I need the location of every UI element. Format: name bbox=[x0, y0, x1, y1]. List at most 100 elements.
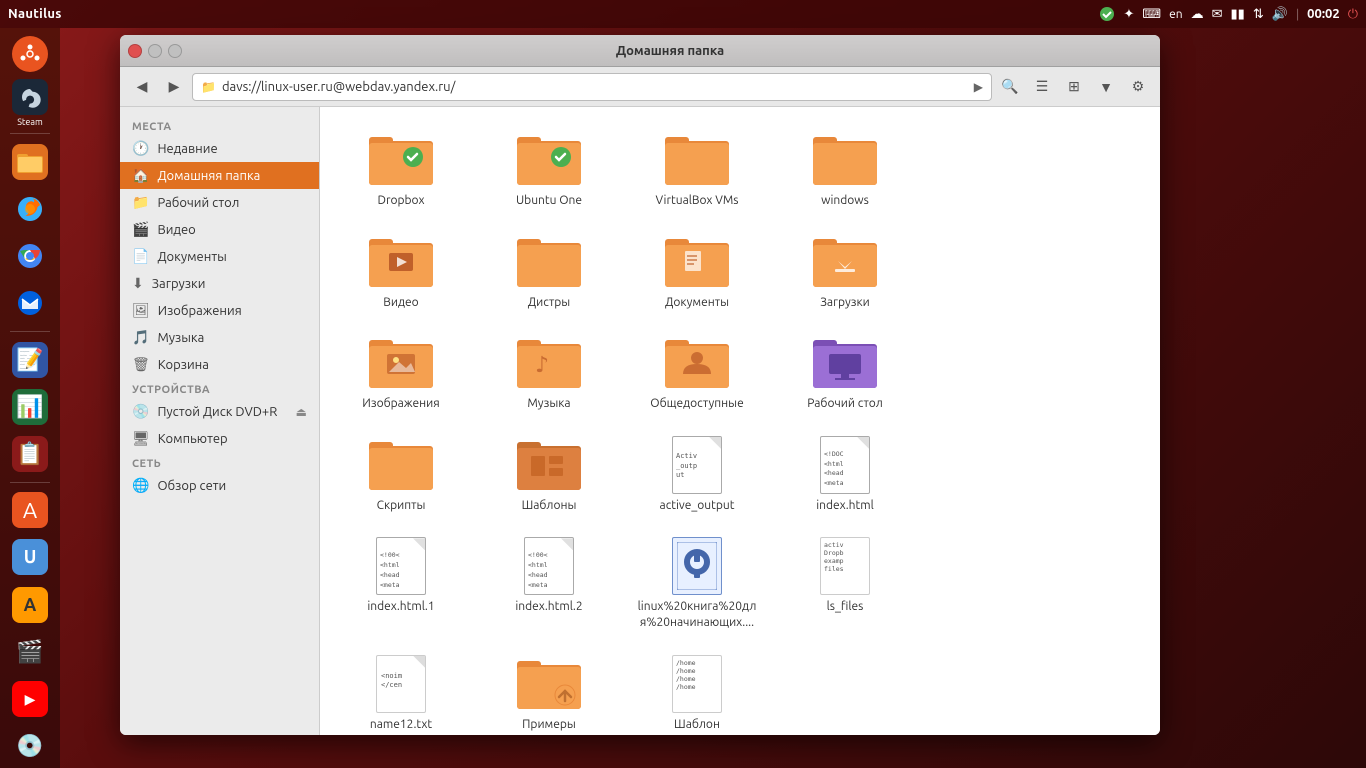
file-item-documents[interactable]: Документы bbox=[632, 225, 762, 319]
file-item-shablon[interactable]: /home/home/home/home Шаблон bbox=[632, 647, 762, 735]
launcher-item-disk[interactable]: 💿 bbox=[6, 725, 54, 768]
sidebar-item-desktop[interactable]: 📁 Рабочий стол bbox=[120, 189, 319, 216]
sidebar-recent-label: Недавние bbox=[157, 142, 217, 156]
tray-lang-label[interactable]: en bbox=[1169, 8, 1182, 21]
maximize-button[interactable] bbox=[168, 44, 182, 58]
sidebar-item-network[interactable]: 🌐 Обзор сети bbox=[120, 472, 319, 499]
address-expand-icon[interactable]: ▶ bbox=[974, 80, 983, 94]
launcher-item-calc[interactable]: 📊 bbox=[6, 385, 54, 428]
file-item-index-html[interactable]: <!DOC<html<head<meta index.html bbox=[780, 428, 910, 522]
file-label-downloads: Загрузки bbox=[820, 295, 870, 311]
file-item-images[interactable]: Изображения bbox=[336, 326, 466, 420]
launcher-item-writer[interactable]: 📝 bbox=[6, 338, 54, 381]
launcher-item-impress[interactable]: 📋 bbox=[6, 432, 54, 475]
media-icon: 🎬 bbox=[12, 634, 48, 670]
file-item-distros[interactable]: Дистры bbox=[484, 225, 614, 319]
tray-time[interactable]: 00:02 bbox=[1307, 7, 1340, 21]
launcher-item-software[interactable]: A bbox=[6, 489, 54, 532]
folder-documents-icon bbox=[665, 233, 729, 291]
calc-icon: 📊 bbox=[12, 389, 48, 425]
youtube-icon: ▶ bbox=[12, 681, 48, 717]
sidebar-item-trash[interactable]: 🗑 Корзина bbox=[120, 351, 319, 378]
tray-mail-icon[interactable]: ✉ bbox=[1212, 7, 1223, 22]
file-item-ls-files[interactable]: activDropbexampfiles ls_files bbox=[780, 529, 910, 638]
close-button[interactable] bbox=[128, 44, 142, 58]
sidebar-item-downloads[interactable]: ⬇ Загрузки bbox=[120, 270, 319, 297]
impress-icon: 📋 bbox=[12, 436, 48, 472]
tray-check-icon[interactable] bbox=[1099, 6, 1115, 22]
launcher-item-ubuntu-one[interactable]: U bbox=[6, 536, 54, 579]
file-item-dropbox[interactable]: Dropbox bbox=[336, 123, 466, 217]
forward-button[interactable]: ▶ bbox=[160, 73, 188, 101]
folder-video-icon bbox=[369, 233, 433, 291]
sidebar-item-video[interactable]: 🎬 Видео bbox=[120, 216, 319, 243]
sidebar-item-home[interactable]: 🏠 Домашняя папка bbox=[120, 162, 319, 189]
file-item-downloads[interactable]: Загрузки bbox=[780, 225, 910, 319]
file-item-templates[interactable]: Шаблоны bbox=[484, 428, 614, 522]
sidebar-docs-label: Документы bbox=[157, 250, 226, 264]
file-label-desktop-folder: Рабочий стол bbox=[807, 396, 883, 412]
file-label-linux-book: linux%20книга%20для%20начинающих.... bbox=[637, 599, 757, 630]
shablon-doc-icon: /home/home/home/home bbox=[672, 655, 722, 713]
tray-volume-icon[interactable]: 🔊 bbox=[1272, 7, 1288, 22]
file-item-desktop-folder[interactable]: Рабочий стол bbox=[780, 326, 910, 420]
minimize-button[interactable] bbox=[148, 44, 162, 58]
sidebar-desktop-label: Рабочий стол bbox=[157, 196, 239, 210]
address-bar[interactable]: 📁 davs://linux-user.ru@webdav.yandex.ru/… bbox=[192, 73, 992, 101]
file-item-video[interactable]: Видео bbox=[336, 225, 466, 319]
back-button[interactable]: ◀ bbox=[128, 73, 156, 101]
launcher-item-thunderbird[interactable] bbox=[6, 282, 54, 325]
launcher-item-chromium[interactable] bbox=[6, 235, 54, 278]
tray-keyboard-icon[interactable]: ⌨ bbox=[1142, 7, 1161, 22]
tray-network-icon[interactable]: ⇅ bbox=[1253, 7, 1264, 22]
doc-icon: 📄 bbox=[132, 248, 149, 265]
file-item-scripts[interactable]: Скрипты bbox=[336, 428, 466, 522]
launcher-item-amazon[interactable]: A bbox=[6, 583, 54, 626]
search-button[interactable]: 🔍 bbox=[996, 73, 1024, 101]
file-item-index-html2[interactable]: <!00<<html<head<meta index.html.2 bbox=[484, 529, 614, 638]
file-item-linux-book[interactable]: linux%20книга%20для%20начинающих.... bbox=[632, 529, 762, 638]
launcher-item-youtube[interactable]: ▶ bbox=[6, 678, 54, 721]
tray-power-icon[interactable]: ⏻ bbox=[1348, 7, 1358, 22]
file-item-public[interactable]: Общедоступные bbox=[632, 326, 762, 420]
file-item-name12[interactable]: <noim</cen name12.txt bbox=[336, 647, 466, 735]
tray-cloud-icon[interactable]: ☁ bbox=[1191, 7, 1204, 22]
ubuntu-one-icon: U bbox=[12, 539, 48, 575]
eject-icon[interactable]: ⏏ bbox=[296, 405, 307, 419]
sidebar-home-label: Домашняя папка bbox=[157, 169, 260, 183]
sidebar-item-documents[interactable]: 📄 Документы bbox=[120, 243, 319, 270]
file-linux-book-icon bbox=[665, 537, 729, 595]
settings-button[interactable]: ⚙ bbox=[1124, 73, 1152, 101]
tray-battery-icon[interactable]: ▮▮ bbox=[1231, 7, 1245, 22]
home-icon: 🏠 bbox=[132, 167, 149, 184]
sidebar-item-dvd[interactable]: 💿 Пустой Диск DVD+R ⏏ bbox=[120, 398, 319, 425]
sidebar-item-computer[interactable]: 🖥 Компьютер bbox=[120, 425, 319, 452]
file-active-output-icon: Activ_output bbox=[665, 436, 729, 494]
grid-view-button[interactable]: ⊞ bbox=[1060, 73, 1088, 101]
sidebar-item-images[interactable]: 🖼 Изображения bbox=[120, 297, 319, 324]
top-panel: Nautilus ✦ ⌨ en ☁ ✉ ▮▮ ⇅ 🔊 | 00:02 ⏻ bbox=[0, 0, 1366, 28]
launcher-item-steam[interactable]: Steam bbox=[6, 79, 54, 127]
file-item-active-output[interactable]: Activ_output active_output bbox=[632, 428, 762, 522]
sidebar-video-label: Видео bbox=[157, 223, 195, 237]
file-item-virtualbox[interactable]: VirtualBox VMs bbox=[632, 123, 762, 217]
file-item-examples[interactable]: Примеры bbox=[484, 647, 614, 735]
launcher-item-ubuntu[interactable] bbox=[6, 32, 54, 75]
app-menu-label[interactable]: Nautilus bbox=[8, 7, 62, 21]
launcher-item-media[interactable]: 🎬 bbox=[6, 630, 54, 673]
file-item-music[interactable]: ♪ Музыка bbox=[484, 326, 614, 420]
sidebar-item-recent[interactable]: 🕐 Недавние bbox=[120, 135, 319, 162]
location-icon: 📁 bbox=[201, 80, 216, 94]
tray-puzzle-icon[interactable]: ✦ bbox=[1123, 7, 1134, 22]
file-label-ubuntu-one: Ubuntu One bbox=[516, 193, 582, 209]
list-view-button[interactable]: ☰ bbox=[1028, 73, 1056, 101]
sidebar-item-music[interactable]: 🎵 Музыка bbox=[120, 324, 319, 351]
file-item-windows[interactable]: windows bbox=[780, 123, 910, 217]
launcher-item-firefox[interactable] bbox=[6, 187, 54, 230]
file-item-ubuntu-one[interactable]: Ubuntu One bbox=[484, 123, 614, 217]
file-index-html1-icon: <!00<<html<head<meta bbox=[369, 537, 433, 595]
file-item-index-html1[interactable]: <!00<<html<head<meta index.html.1 bbox=[336, 529, 466, 638]
launcher-item-files[interactable] bbox=[6, 140, 54, 183]
view-options-button[interactable]: ▼ bbox=[1092, 73, 1120, 101]
folder-distros-icon bbox=[517, 233, 581, 291]
